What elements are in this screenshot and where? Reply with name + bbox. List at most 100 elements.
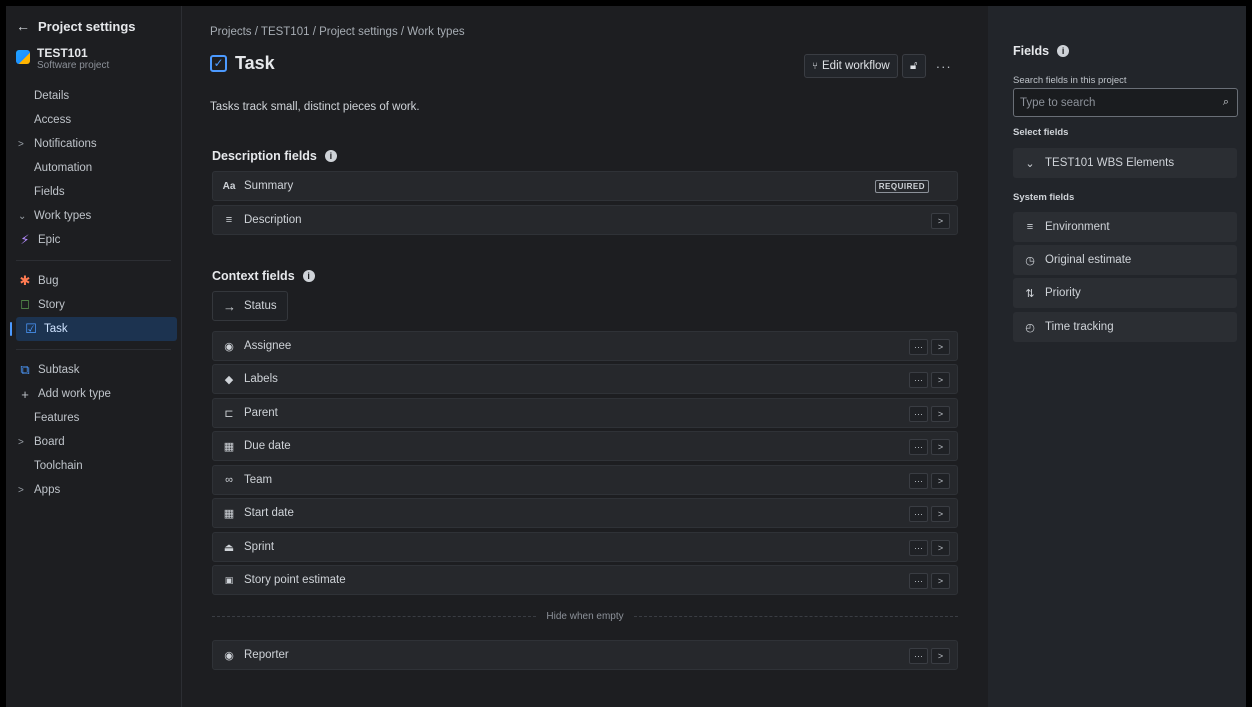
user-circle-icon: ◉: [224, 340, 234, 353]
field-label: Environment: [1045, 221, 1110, 233]
edit-workflow-label: Edit workflow: [822, 60, 890, 72]
field-row-reporter[interactable]: ◉ Reporter ··· >: [212, 640, 958, 670]
breadcrumb[interactable]: Projects / TEST101 / Project settings / …: [210, 26, 465, 38]
sidebar-divider: [16, 260, 171, 261]
chevron-right-icon[interactable]: >: [931, 406, 950, 422]
field-row-due-date[interactable]: ▦ Due date ··· >: [212, 431, 958, 461]
stopwatch-icon: ◴: [1025, 321, 1035, 334]
field-row-labels[interactable]: ◆ Labels ··· >: [212, 364, 958, 394]
priority-icon: ⇅: [1025, 287, 1035, 300]
back-arrow-icon: ←: [16, 18, 30, 34]
chevron-right-icon[interactable]: >: [931, 540, 950, 556]
panel-field-environment[interactable]: ≡ Environment: [1013, 212, 1237, 242]
sidebar-item-story[interactable]: ⎕ Story: [6, 293, 181, 317]
project-header[interactable]: TEST101 Software project: [6, 36, 181, 80]
search-icon: ⌕: [1222, 96, 1229, 108]
sidebar-item-automation[interactable]: Automation: [6, 156, 181, 180]
status-field[interactable]: → Status: [212, 291, 288, 321]
task-icon: ☑: [25, 321, 37, 336]
field-label: Description: [244, 214, 302, 226]
section-title: Context fields: [212, 269, 295, 283]
field-label: Story point estimate: [244, 574, 346, 586]
lock-icon: 🔓︎: [910, 59, 918, 72]
chevron-right-icon[interactable]: >: [931, 473, 950, 489]
sidebar-item-subtask[interactable]: ⧉ Subtask: [6, 358, 181, 382]
sidebar-item-work-types[interactable]: ⌄ Work types: [6, 204, 181, 228]
panel-title: Fields: [1013, 44, 1050, 58]
more-icon[interactable]: ···: [909, 648, 928, 664]
chevron-right-icon[interactable]: >: [931, 573, 950, 589]
more-icon[interactable]: ···: [909, 372, 928, 388]
sidebar-item-apps[interactable]: > Apps: [6, 478, 181, 502]
calendar-icon: ▦: [223, 507, 235, 520]
add-work-type-label: Add work type: [38, 388, 111, 400]
field-row-description[interactable]: ≡ Description >: [212, 205, 958, 235]
task-icon: ✓: [210, 55, 227, 72]
more-actions-icon[interactable]: ···: [930, 59, 958, 74]
fields-panel-heading: Fields i: [1013, 44, 1070, 58]
hide-when-empty-label: Hide when empty: [546, 610, 624, 622]
sidebar-item-access[interactable]: Access: [6, 108, 181, 132]
chevron-right-icon[interactable]: >: [931, 213, 950, 229]
field-row-summary[interactable]: Aa Summary REQUIRED: [212, 171, 958, 201]
sidebar-item-label: Fields: [34, 186, 65, 198]
sidebar-item-label: Task: [44, 323, 68, 335]
more-icon[interactable]: ···: [909, 473, 928, 489]
chevron-right-icon[interactable]: >: [931, 439, 950, 455]
work-type-description: Tasks track small, distinct pieces of wo…: [210, 101, 420, 113]
sidebar-item-features[interactable]: Features: [6, 406, 181, 430]
sidebar-item-task[interactable]: ☑ Task: [10, 317, 177, 341]
sidebar-item-notifications[interactable]: > Notifications: [6, 132, 181, 156]
section-title: Description fields: [212, 149, 317, 163]
hide-when-empty-divider: Hide when empty: [212, 609, 959, 623]
sidebar-item-label: Details: [34, 90, 70, 102]
sidebar-item-fields[interactable]: Fields: [6, 180, 181, 204]
field-row-assignee[interactable]: ◉ Assignee ··· >: [212, 331, 958, 361]
active-indicator: [10, 322, 12, 336]
user-circle-icon: ◉: [224, 649, 234, 662]
more-icon[interactable]: ···: [909, 573, 928, 589]
add-work-type-button[interactable]: + Add work type: [6, 382, 181, 406]
more-icon[interactable]: ···: [909, 406, 928, 422]
dropdown-circle-icon: ⌄: [1025, 157, 1035, 170]
field-label: Start date: [244, 507, 294, 519]
panel-field-original-estimate[interactable]: ◷ Original estimate: [1013, 245, 1237, 275]
more-icon[interactable]: ···: [909, 506, 928, 522]
back-to-project-settings[interactable]: ← Project settings: [6, 6, 181, 36]
chevron-right-icon[interactable]: >: [931, 506, 950, 522]
chevron-right-icon[interactable]: >: [931, 372, 950, 388]
info-icon[interactable]: i: [324, 150, 337, 162]
panel-field-time-tracking[interactable]: ◴ Time tracking: [1013, 312, 1237, 342]
field-row-start-date[interactable]: ▦ Start date ··· >: [212, 498, 958, 528]
more-icon[interactable]: ···: [909, 339, 928, 355]
sidebar-item-details[interactable]: Details: [6, 84, 181, 108]
sidebar-item-label: Story: [38, 299, 65, 311]
project-type: Software project: [37, 60, 110, 71]
more-icon[interactable]: ···: [909, 439, 928, 455]
chevron-right-icon[interactable]: >: [931, 339, 950, 355]
description-fields-heading: Description fields i: [212, 149, 337, 163]
field-row-parent[interactable]: ⊏ Parent ··· >: [212, 398, 958, 428]
lock-button[interactable]: 🔓︎: [901, 54, 926, 78]
field-label: Team: [244, 474, 273, 486]
panel-field-wbs-elements[interactable]: ⌄ TEST101 WBS Elements: [1013, 148, 1237, 178]
panel-field-priority[interactable]: ⇅ Priority: [1013, 278, 1237, 308]
sidebar-title: Project settings: [38, 18, 136, 34]
sidebar: ← Project settings TEST101 Software proj…: [6, 6, 182, 707]
field-row-team[interactable]: ∞ Team ··· >: [212, 465, 958, 495]
sidebar-item-bug[interactable]: ✱ Bug: [6, 269, 181, 293]
info-icon[interactable]: i: [1057, 45, 1070, 57]
field-row-sprint[interactable]: ⏏ Sprint ··· >: [212, 532, 958, 562]
sidebar-item-label: Toolchain: [34, 460, 83, 472]
chevron-right-icon[interactable]: >: [931, 648, 950, 664]
sidebar-item-board[interactable]: > Board: [6, 430, 181, 454]
edit-workflow-button[interactable]: ⑂ Edit workflow: [804, 54, 898, 78]
more-icon[interactable]: ···: [909, 540, 928, 556]
sidebar-item-toolchain[interactable]: Toolchain: [6, 454, 181, 478]
field-search-input[interactable]: Type to search ⌕: [1013, 88, 1238, 117]
search-label: Search fields in this project: [1013, 75, 1127, 86]
field-row-story-point-estimate[interactable]: ▣ Story point estimate ··· >: [212, 565, 958, 595]
sidebar-item-label: Features: [34, 412, 80, 424]
info-icon[interactable]: i: [302, 270, 315, 282]
sidebar-item-epic[interactable]: ⚡ Epic: [6, 228, 181, 252]
